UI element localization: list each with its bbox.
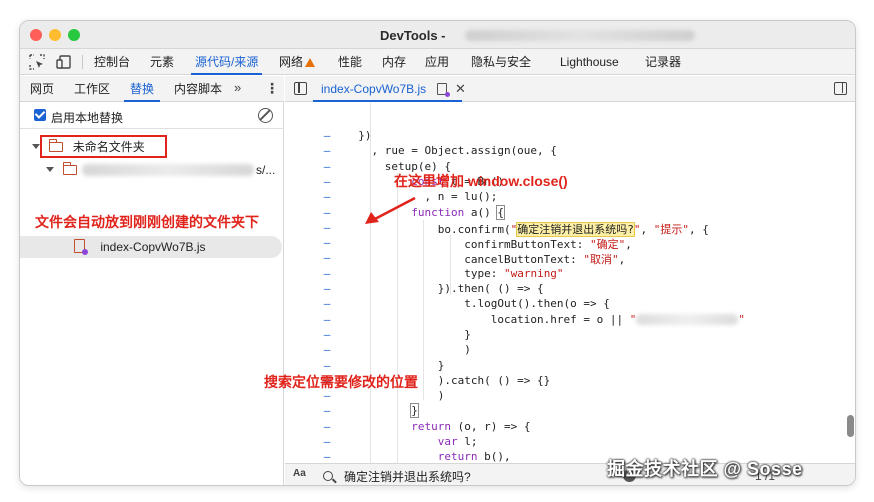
devtools-window: DevTools - 控制台 元素 源代码/来源 网络 性能 内存 应用 隐私与… <box>19 20 856 486</box>
line-marker: – <box>323 205 331 219</box>
code-line: location.href = o || " " <box>345 312 746 326</box>
watermark: 掘金技术社区 @ Sosse <box>607 459 803 479</box>
subfolder-suffix: s/... <box>256 163 276 177</box>
annotation-bottom: 搜索定位需要修改的位置 <box>264 374 418 390</box>
navigator-tab-bar: 网页 工作区 替换 内容脚本 » ⋮ <box>20 76 284 102</box>
clear-overrides-icon[interactable] <box>258 108 273 123</box>
tab-content-scripts[interactable]: 内容脚本 <box>174 76 222 102</box>
line-marker: – <box>323 297 331 311</box>
line-marker: – <box>323 343 331 357</box>
line-marker: – <box>323 358 331 372</box>
more-tabs-button[interactable]: » <box>234 80 241 95</box>
expand-arrow-icon <box>32 144 40 149</box>
code-line: cancelButtonText: "取消", <box>345 253 626 267</box>
code-line: }) <box>345 129 372 142</box>
line-marker: – <box>323 266 331 280</box>
code-line: } <box>410 403 419 419</box>
code-line: } <box>345 358 445 372</box>
code-line: , rue = Object.assign(oue, { <box>345 144 557 158</box>
tab-overrides[interactable]: 替换 <box>123 76 161 102</box>
tab-application[interactable]: 应用 <box>425 49 449 75</box>
line-marker: – <box>323 174 331 188</box>
line-marker: – <box>323 190 331 204</box>
line-marker: – <box>323 419 331 433</box>
tab-workspace[interactable]: 工作区 <box>74 76 110 102</box>
tab-elements[interactable]: 元素 <box>150 49 174 75</box>
tab-network-label: 网络 <box>279 55 304 69</box>
redacted-domain <box>82 164 254 176</box>
close-window-button[interactable] <box>30 29 42 41</box>
enable-local-overrides-row: 启用本地替换 <box>20 103 284 129</box>
tab-network[interactable]: 网络 <box>279 49 316 75</box>
expand-arrow-icon <box>46 167 54 172</box>
line-marker: – <box>323 129 331 142</box>
more-options-icon[interactable]: ⋮ <box>265 80 279 97</box>
line-marker: – <box>323 236 331 250</box>
tab-page[interactable]: 网页 <box>30 76 54 102</box>
device-toolbar-icon[interactable] <box>56 54 72 70</box>
override-file-icon <box>437 83 450 97</box>
line-marker: – <box>323 404 331 418</box>
line-marker: – <box>323 450 331 463</box>
editor-tab-bar: index-CopvWo7B.js ✕ <box>285 76 855 102</box>
code-line: ) <box>345 343 471 357</box>
sidebar-toggle-icon[interactable] <box>294 82 307 95</box>
code-editor[interactable]: – – – – – – – – – – – – – – – – – – – – – – }) , rue = Object… <box>285 103 855 463</box>
tree-folder-domain[interactable]: s/... <box>46 159 282 181</box>
tab-sources[interactable]: 源代码/来源 <box>190 49 263 75</box>
line-marker: – <box>323 282 331 295</box>
annotation-right: 在这里增加 window.close() <box>394 173 568 189</box>
toolbar-separator <box>82 55 83 69</box>
line-marker: – <box>323 144 331 158</box>
main-tab-bar: 控制台 元素 源代码/来源 网络 性能 内存 应用 隐私与安全 Lighthou… <box>20 49 855 75</box>
line-marker: – <box>323 159 331 173</box>
code-line: type: "warning" <box>345 266 564 280</box>
debugger-toggle-icon[interactable] <box>834 82 847 95</box>
line-marker: – <box>323 327 331 341</box>
code-line: return (o, r) => { <box>411 419 531 433</box>
code-line: t.logOut().then(o => { <box>345 297 610 311</box>
code-line: var l; <box>437 435 478 448</box>
inspect-element-icon[interactable] <box>29 54 45 70</box>
warning-icon <box>305 58 316 67</box>
folder-highlight-box <box>40 135 167 158</box>
code-line: } <box>345 327 471 341</box>
line-marker: – <box>323 312 331 326</box>
annotation-arrow-icon <box>365 196 416 224</box>
redacted-url <box>465 30 695 41</box>
close-tab-icon[interactable]: ✕ <box>455 76 466 102</box>
line-marker: – <box>323 251 331 265</box>
tab-recorder[interactable]: 记录器 <box>645 49 681 75</box>
code-line: }).then( () => { <box>345 282 544 295</box>
tab-lighthouse[interactable]: Lighthouse <box>560 49 619 75</box>
minimize-window-button[interactable] <box>49 29 61 41</box>
folder-icon <box>62 162 78 175</box>
match-case-icon[interactable]: Aa <box>293 468 306 479</box>
zoom-window-button[interactable] <box>68 29 80 41</box>
title-bar: DevTools - <box>20 21 855 49</box>
editor-scrollbar[interactable] <box>847 415 854 437</box>
file-icon <box>74 239 88 255</box>
tab-memory[interactable]: 内存 <box>382 49 406 75</box>
search-input[interactable]: 确定注销并退出系统吗? <box>344 468 471 485</box>
line-marker: – <box>323 220 331 234</box>
line-marker: – <box>323 435 331 448</box>
file-name: index-CopvWo7B.js <box>100 240 206 254</box>
tree-file-index[interactable]: index-CopvWo7B.js <box>74 236 206 258</box>
window-title: DevTools - <box>380 28 446 43</box>
tab-privacy-security[interactable]: 隐私与安全 <box>471 49 531 75</box>
tab-console[interactable]: 控制台 <box>94 49 130 75</box>
search-icon <box>323 471 333 481</box>
code-line: confirmButtonText: "确定", <box>345 238 632 252</box>
enable-local-overrides-label: 启用本地替换 <box>51 111 124 125</box>
code-line: return b(), <box>437 450 511 463</box>
enable-local-overrides-checkbox[interactable] <box>34 109 46 121</box>
annotation-left: 文件会自动放到刚刚创建的文件夹下 <box>35 214 259 230</box>
tab-performance[interactable]: 性能 <box>338 49 362 75</box>
